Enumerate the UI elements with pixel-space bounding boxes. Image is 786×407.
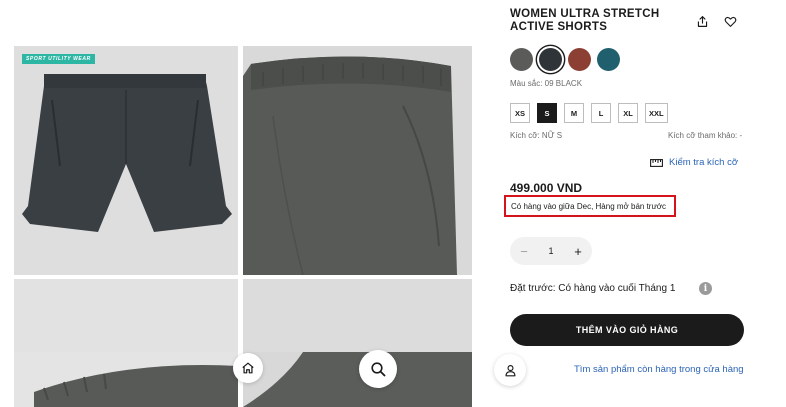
size-button-l[interactable]: L [591, 103, 611, 123]
increase-quantity-button[interactable]: + [572, 244, 584, 259]
find-in-store-link[interactable]: Tìm sản phẩm còn hàng trong cửa hàng [574, 364, 744, 375]
search-icon [371, 362, 386, 377]
decrease-quantity-button[interactable]: − [518, 244, 530, 259]
size-button-m[interactable]: M [564, 103, 584, 123]
size-check-link[interactable]: Kiểm tra kích cỡ [650, 157, 738, 168]
share-icon [697, 15, 707, 27]
size-reference-label: Kích cỡ tham khảo: - [668, 131, 743, 140]
ruler-icon [650, 158, 663, 167]
add-to-cart-button[interactable]: THÊM VÀO GIỎ HÀNG [510, 314, 744, 346]
shorts-fabric-illustration [243, 352, 472, 407]
product-image-detail[interactable] [243, 46, 472, 275]
preorder-text: Đặt trước: Có hàng vào cuối Tháng 1 [510, 283, 676, 294]
product-image-front[interactable] [14, 46, 238, 275]
product-details-panel: WOMEN ULTRA STRETCH ACTIVE SHORTS Màu sắ… [504, 0, 750, 407]
size-button-xl[interactable]: XL [618, 103, 638, 123]
color-swatch-brown[interactable] [568, 48, 591, 71]
color-swatch-gray[interactable] [510, 48, 533, 71]
quantity-stepper: − 1 + [510, 237, 592, 265]
search-button[interactable] [359, 350, 397, 388]
stock-availability-note: Có hàng vào giữa Dec, Hàng mở bán trước [504, 195, 676, 217]
info-icon[interactable]: i [699, 282, 712, 295]
quantity-value: 1 [548, 246, 554, 256]
product-image-5[interactable] [14, 352, 238, 407]
home-button[interactable] [233, 353, 263, 383]
size-selector: XS S M L XL XXL [510, 103, 668, 123]
home-icon [242, 362, 254, 374]
color-swatch-black[interactable] [539, 48, 562, 71]
product-title: WOMEN ULTRA STRETCH ACTIVE SHORTS [510, 8, 660, 33]
stock-note-text: Có hàng vào giữa Dec, Hàng mở bán trước [511, 201, 667, 211]
product-gallery: SPORT UTILITY WEAR [0, 0, 480, 407]
product-image-6[interactable] [243, 352, 472, 407]
heart-icon [724, 16, 736, 27]
product-price: 499.000 VND [510, 181, 583, 195]
product-image-4[interactable] [243, 279, 472, 352]
shorts-detail-illustration [243, 46, 472, 275]
sport-utility-wear-badge: SPORT UTILITY WEAR [22, 54, 95, 64]
favorite-button[interactable] [722, 13, 738, 29]
product-image-3[interactable] [14, 279, 238, 352]
selected-color-label: Màu sắc: 09 BLACK [510, 79, 583, 88]
color-swatches [510, 48, 620, 71]
size-button-xs[interactable]: XS [510, 103, 530, 123]
color-swatch-teal[interactable] [597, 48, 620, 71]
selected-size-label: Kích cỡ: NỮ S [510, 131, 563, 140]
size-button-xxl[interactable]: XXL [645, 103, 668, 123]
shorts-front-illustration [14, 46, 238, 275]
size-check-label: Kiểm tra kích cỡ [669, 157, 739, 168]
share-button[interactable] [694, 13, 710, 29]
shorts-waistband-illustration [14, 352, 238, 407]
size-button-s[interactable]: S [537, 103, 557, 123]
